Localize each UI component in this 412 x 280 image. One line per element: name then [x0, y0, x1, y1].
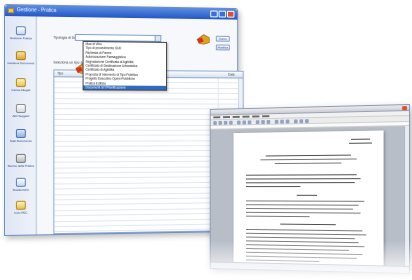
chevron-down-icon[interactable]	[154, 35, 161, 41]
sidebar-item-gestione-documenti[interactable]: Gestione Documenti	[7, 51, 35, 65]
sidebar-item-invio-pec[interactable]: Invio PEC	[7, 200, 35, 215]
text-line	[245, 182, 355, 184]
text-line	[350, 138, 371, 141]
text-line	[280, 223, 336, 226]
sidebar-item-stati-documento[interactable]: Stati Documento	[7, 128, 35, 143]
text-line	[265, 154, 351, 157]
dropdown-option[interactable]: Documenti SIT/Pianificazione	[83, 85, 167, 91]
column-header-tipo[interactable]: Tipo	[57, 71, 63, 75]
close-button[interactable]	[227, 10, 235, 18]
modifica-button[interactable]: Modifica	[215, 44, 230, 51]
practice-window: Gestione - Pratica Gestione Pratica Gest…	[4, 4, 244, 236]
sidebar-item-altri-soggetti[interactable]: Altri Soggetti	[7, 104, 35, 118]
sidebar-item-label: Altri Soggetti	[12, 114, 30, 119]
text-line	[349, 142, 373, 145]
text-line	[274, 162, 342, 165]
text-line	[245, 186, 301, 188]
sidebar-item-label: Scadenzario	[12, 187, 30, 192]
text-line	[245, 211, 361, 215]
sidebar-item-label: Gestione Documenti	[7, 61, 35, 66]
hand-cursor-icon	[196, 34, 211, 46]
close-icon[interactable]	[402, 106, 408, 111]
text-line	[260, 158, 357, 161]
calendar-icon	[15, 177, 26, 187]
sidebar-item-label: Storico della Pratica	[7, 163, 35, 168]
text-line	[245, 248, 350, 252]
text-line	[245, 200, 365, 203]
text-line	[245, 204, 359, 207]
main-panel: Tipologia di Doc. Seleziona un tipo di p…	[37, 16, 244, 235]
text-line	[245, 232, 367, 236]
pencil-icon	[15, 78, 26, 88]
text-line	[245, 228, 363, 232]
users-icon	[15, 104, 26, 114]
nuovo-button[interactable]: Nuovo	[215, 35, 230, 42]
document-icon	[15, 51, 26, 61]
sidebar-item-label: Stati Documento	[9, 138, 32, 143]
column-header-data[interactable]: Data	[228, 73, 234, 77]
minimize-button[interactable]	[210, 10, 218, 18]
mail-icon	[15, 200, 26, 210]
app-icon	[7, 8, 14, 14]
tipologia-dropdown[interactable]: Mod di Vibo Tipo di procedimento SUE Richi…	[82, 40, 167, 92]
text-line	[245, 215, 310, 218]
sidebar: Gestione Pratica Gestione Documenti Cari…	[4, 16, 37, 235]
sidebar-item-label: Gestione Pratica	[9, 36, 32, 41]
text-line	[245, 208, 353, 211]
text-line	[296, 194, 318, 197]
sidebar-item-storico[interactable]: Storico della Pratica	[7, 153, 35, 168]
text-line	[245, 178, 361, 180]
maximize-button[interactable]	[218, 10, 227, 18]
document-window	[209, 104, 410, 274]
document-workspace	[210, 126, 410, 266]
text-line	[245, 244, 365, 248]
text-line	[245, 240, 359, 244]
sidebar-item-scadenzario[interactable]: Scadenzario	[7, 177, 35, 192]
history-icon	[15, 153, 26, 163]
sidebar-item-gestione-pratica[interactable]: Gestione Pratica	[7, 26, 35, 40]
sidebar-item-carica-allegati[interactable]: Carica Allegati	[7, 78, 35, 92]
window-title: Gestione - Pratica	[16, 7, 57, 14]
sidebar-item-label: Invio PEC	[14, 210, 28, 215]
text-line	[245, 255, 357, 260]
status-icon	[15, 128, 26, 138]
folder-icon	[15, 26, 26, 36]
document-page[interactable]	[233, 130, 384, 266]
text-line	[245, 236, 355, 240]
sidebar-item-label: Carica Allegati	[11, 88, 31, 93]
text-line	[245, 174, 357, 177]
text-line	[245, 251, 363, 256]
document-scrollbar[interactable]	[404, 126, 410, 266]
